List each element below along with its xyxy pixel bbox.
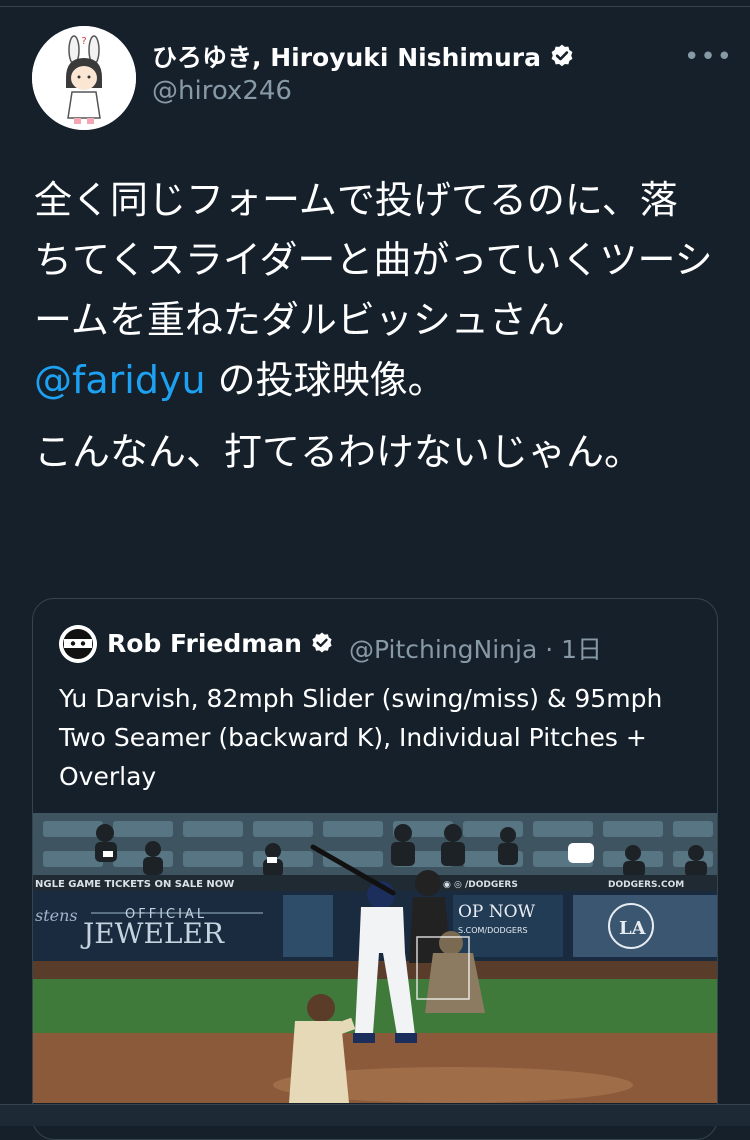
quoted-tweet[interactable]: Rob Friedman @PitchingNinja · 1日 Yu Darv… (32, 598, 718, 1140)
quoted-author-name-text: Rob Friedman (107, 629, 302, 658)
sign-jeweler-text: JEWELER (80, 917, 225, 950)
tweet-text-part: の投球映像。 (205, 358, 446, 402)
verified-badge-icon (312, 632, 332, 653)
ninja-avatar-icon (59, 625, 97, 663)
tweet-paragraph-1: 全く同じフォームで投げてるのに、落ちてくスライダーと曲がっていくツーシームを重ね… (34, 170, 714, 410)
quoted-tweet-text: Yu Darvish, 82mph Slider (swing/miss) & … (59, 684, 663, 791)
author-handle[interactable]: @hirox246 (152, 76, 292, 106)
sign-shop-url-text: S.COM/DODGERS (458, 926, 528, 935)
sign-stens-text: stens (35, 906, 78, 925)
more-options-icon[interactable]: ••• (684, 42, 733, 72)
mention-link[interactable]: @faridyu (34, 358, 206, 402)
quoted-author-name[interactable]: Rob Friedman (107, 629, 334, 658)
quoted-author-avatar[interactable] (59, 625, 97, 663)
cartoon-avatar-icon: ? (32, 26, 136, 130)
author-name-text: ひろゆき, Hiroyuki Nishimura (152, 43, 541, 72)
top-divider (0, 6, 750, 7)
banner-center-text: ◉ ◎ /DODGERS (443, 880, 518, 890)
video-thumbnail[interactable]: NGLE GAME TICKETS ON SALE NOW ◉ ◎ /DODGE… (33, 813, 717, 1103)
sign-shop-text: OP NOW (458, 902, 536, 922)
sign-la-text: LA (619, 918, 647, 939)
tweet-text-part: 全く同じフォームで投げてるのに、落ちてくスライダーと曲がっていくツーシームを重ね… (34, 178, 713, 342)
banner-left-text: NGLE GAME TICKETS ON SALE NOW (35, 879, 234, 890)
verified-badge-icon (551, 44, 573, 67)
tweet-paragraph-2: こんなん、打てるわけないじゃん。 (34, 430, 643, 474)
baseball-pitch-video-frame: NGLE GAME TICKETS ON SALE NOW ◉ ◎ /DODGE… (33, 813, 717, 1103)
svg-text:?: ? (81, 36, 86, 47)
tweet-text: 全く同じフォームで投げてるのに、落ちてくスライダーと曲がっていくツーシームを重ね… (34, 170, 714, 494)
author-avatar[interactable]: ? (32, 26, 136, 130)
banner-right-text: DODGERS.COM (608, 880, 684, 890)
bottom-bar (0, 1104, 750, 1126)
quoted-author-handle-time[interactable]: @PitchingNinja · 1日 (349, 630, 602, 666)
author-display-name[interactable]: ひろゆき, Hiroyuki Nishimura (152, 38, 575, 74)
